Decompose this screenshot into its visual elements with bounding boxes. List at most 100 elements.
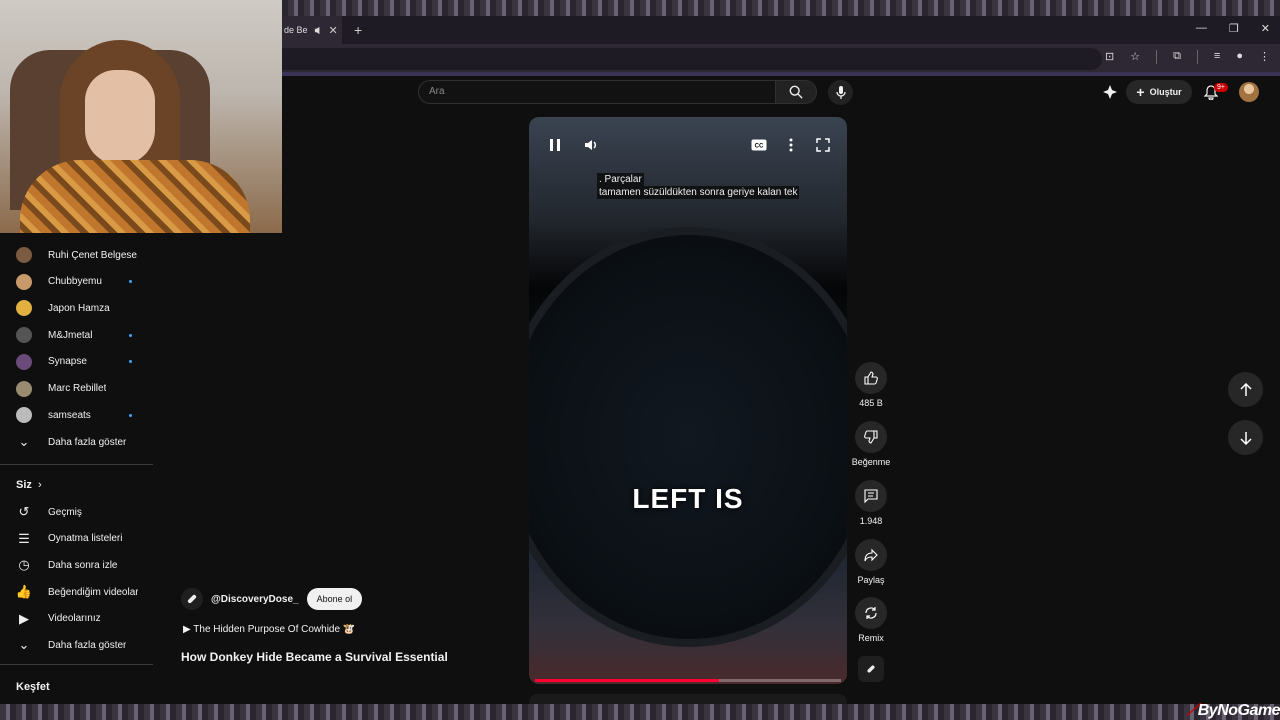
sidebar-item-playlists[interactable]: ☰ Oynatma listeleri [0,526,155,552]
svg-text:CC: CC [755,144,764,150]
volume-icon[interactable] [581,135,601,155]
install-app-icon[interactable]: ⊡ [1105,50,1114,64]
sidebar-item-label: Beğendiğim videolar [48,586,138,598]
new-content-dot [129,360,132,364]
share-button[interactable]: Paylaş [850,539,892,585]
like-count: 485 B [859,398,883,408]
playlists-icon: ☰ [18,530,30,546]
user-avatar[interactable] [1239,82,1259,102]
sidebar: Ruhi Çenet Belgese... Chubbyemu Japon Hamz… [0,240,155,710]
channel-avatar [16,380,32,397]
share-icon [855,539,887,571]
create-label: Oluştur [1149,87,1182,97]
channel-name[interactable]: @DiscoveryDose_ [211,594,299,605]
webcam-person-sweater [20,160,250,233]
sidebar-item-liked-videos[interactable]: 👍 Beğendiğim videolar [0,579,155,605]
next-short-preview[interactable] [529,694,847,704]
subscription-item[interactable]: Japon Hamza [0,295,155,321]
subscription-item[interactable]: Ruhi Çenet Belgese... [0,242,155,268]
close-window-icon[interactable]: ✕ [1261,22,1270,35]
pill-icon [858,656,884,682]
channel-avatar [16,300,32,317]
subscription-item[interactable]: Synapse [0,349,155,375]
remix-button[interactable]: Remix [850,597,892,643]
subscription-label: Chubbyemu [48,276,102,288]
restore-icon[interactable]: ❐ [1229,22,1239,35]
browser-menu-icon[interactable]: ⋮ [1259,50,1270,64]
video-progress-bar[interactable] [535,679,841,682]
caption-line-2: tamamen süzüldükten sonra geriye kalan t… [597,186,800,199]
related-video-link[interactable]: ▶ The Hidden Purpose Of Cowhide 🐮 [183,624,355,635]
channel-avatar [16,407,32,424]
channel-avatar[interactable] [181,588,203,610]
caption-line-1: . Parçalar [597,173,644,186]
profile-icon[interactable]: ● [1236,50,1243,64]
new-content-dot [129,413,132,417]
toolbar-icons: ⊡ ☆ ⧉ ≡ ● ⋮ [1105,50,1270,64]
comment-count: 1.948 [859,516,883,526]
channel-avatar [16,247,32,263]
pause-icon[interactable] [545,135,565,155]
channel-avatar [16,273,32,290]
new-tab-button[interactable]: + [354,22,362,38]
create-button[interactable]: + Oluştur [1126,80,1192,104]
subscription-label: Japon Hamza [48,302,110,314]
search-button[interactable] [775,80,817,104]
channel-row: @DiscoveryDose_ Abone ol [181,588,363,610]
subscription-item[interactable]: Marc Rebillet [0,376,155,402]
sound-source-button[interactable] [850,656,892,682]
sidebar-item-watch-later[interactable]: ◷ Daha sonra izle [0,552,155,578]
search-icon [789,85,803,99]
sidebar-item-history[interactable]: ↺ Geçmiş [0,499,155,525]
pill-icon [187,594,197,604]
watermark-logo-icon: ⟋ [1187,702,1198,719]
subscription-label: Ruhi Çenet Belgese... [48,249,138,261]
subscription-label: samseats [48,409,91,421]
video-title: How Donkey Hide Became a Survival Essent… [181,650,448,664]
tab-title: de Be [284,25,308,35]
subscription-item[interactable]: samseats [0,402,155,428]
subscribe-button[interactable]: Abone ol [306,588,363,610]
minimize-icon[interactable]: — [1196,22,1207,35]
dislike-button[interactable]: Beğenme [850,421,892,467]
webcam-person-face [85,70,155,165]
remix-icon [855,597,887,629]
notification-badge: 9+ [1214,83,1228,92]
comments-button[interactable]: 1.948 [850,480,892,526]
like-button[interactable]: 485 B [850,362,892,408]
extensions-icon[interactable]: ⧉ [1173,50,1181,64]
closed-captions-icon[interactable]: CC [749,135,769,155]
subscription-label: Synapse [48,356,87,368]
sidebar-item-label: Videolarınız [48,613,101,625]
sidebar-item-your-videos[interactable]: ▶ Videolarınız [0,606,155,632]
chevron-down-icon: ⌄ [18,637,30,652]
tab-close-icon[interactable]: ✕ [329,24,338,37]
next-short-button[interactable] [1228,420,1263,455]
speaker-icon [314,26,319,34]
share-label: Paylaş [857,575,885,585]
address-bar[interactable] [282,48,1102,70]
your-videos-icon: ▶ [19,610,29,626]
sidebar-item-label: Oynatma listeleri [48,533,123,545]
subscription-label: M&Jmetal [48,329,93,341]
arrow-down-icon [1239,431,1252,445]
previous-short-button[interactable] [1228,372,1263,407]
video-frame-bowl [529,227,847,647]
more-options-icon[interactable] [781,135,801,155]
shorts-video-player[interactable]: CC . Parçalar tamamen süzüldükten sonra … [529,117,847,684]
browser-tab[interactable]: de Be ✕ [282,16,342,44]
subscription-item[interactable]: Chubbyemu [0,269,155,295]
you-section-heading[interactable]: Siz › [0,472,155,498]
media-control-icon[interactable]: ≡ [1214,50,1220,64]
ai-sparkle-icon[interactable] [1102,84,1118,100]
bookmark-star-icon[interactable]: ☆ [1130,50,1140,64]
search-box[interactable]: Ara [418,80,776,104]
show-more-subscriptions[interactable]: ⌄ Daha fazla göster [0,429,155,455]
sidebar-divider [0,664,153,665]
liked-videos-icon: 👍 [15,584,33,600]
dislike-label: Beğenme [851,457,891,467]
fullscreen-icon[interactable] [813,135,833,155]
show-more-you[interactable]: ⌄ Daha fazla göster [0,632,155,658]
subscription-item[interactable]: M&Jmetal [0,322,155,348]
voice-search-button[interactable] [828,80,853,105]
